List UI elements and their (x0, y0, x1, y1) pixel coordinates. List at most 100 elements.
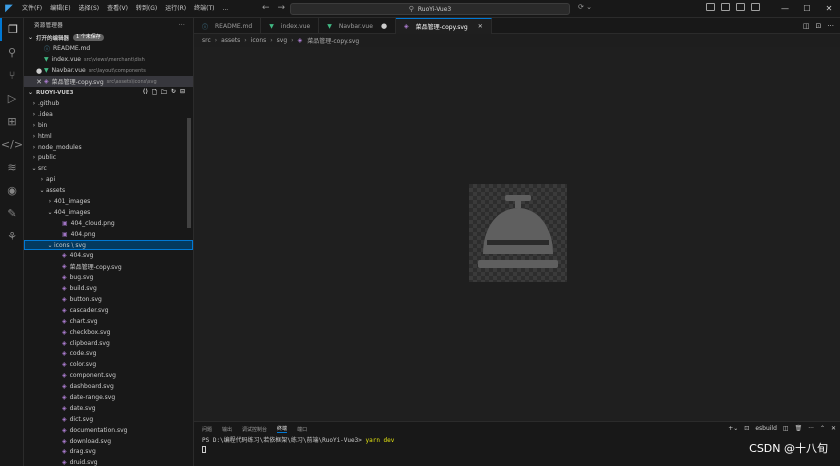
source-control-icon[interactable]: ⑂ (0, 64, 24, 87)
forward-arrow-icon[interactable]: → (278, 3, 286, 13)
menu-item[interactable]: 转到(G) (132, 0, 161, 18)
toggle-secondary-sidebar-icon[interactable] (736, 3, 745, 11)
new-folder-icon[interactable]: 🗀 (161, 88, 167, 98)
menu-item[interactable]: ... (218, 0, 232, 18)
more-icon[interactable]: ··· (827, 22, 834, 30)
breadcrumb-item[interactable]: 菜品管理-copy.svg (307, 36, 359, 45)
breadcrumb-item[interactable]: svg (277, 37, 288, 44)
panel-tab[interactable]: 输出 (222, 426, 232, 433)
folder-tree-item[interactable]: ⌄ assets (24, 185, 193, 196)
collapse-all-icon[interactable]: ⊟ (180, 88, 185, 98)
close-tab-icon[interactable]: ✕ (478, 23, 483, 30)
tool-icon[interactable]: ✎ (0, 202, 24, 225)
back-arrow-icon[interactable]: ← (262, 3, 270, 13)
panel-tab[interactable]: 终端 (277, 425, 288, 433)
search-icon[interactable]: ⚲ (0, 41, 24, 64)
file-tree-item[interactable]: ◈ date.svg (24, 403, 193, 414)
menu-item[interactable]: 编辑(E) (46, 0, 74, 18)
open-editor-item[interactable]: ▼ index.vue src\views\merchant\dish (24, 54, 193, 65)
file-tree-item[interactable]: ◈ dashboard.svg (24, 381, 193, 392)
file-tree-item[interactable]: ◈ component.svg (24, 370, 193, 381)
docker-icon[interactable]: ≋ (0, 156, 24, 179)
breadcrumb-item[interactable]: icons (251, 37, 267, 44)
panel-more-icon[interactable]: ··· (808, 425, 814, 432)
folder-tree-item[interactable]: › 401_images (24, 196, 193, 207)
menu-item[interactable]: 运行(R) (161, 0, 190, 18)
open-editors-header[interactable]: ⌄ 打开的编辑器 1 个未保存 (24, 32, 193, 43)
menu-item[interactable]: 终端(T) (190, 0, 218, 18)
menu-item[interactable]: 查看(V) (103, 0, 132, 18)
editor-tab[interactable]: ▼ Navbar.vue ● (319, 18, 397, 34)
terminal-name[interactable]: esbuild (755, 425, 777, 432)
extensions-icon[interactable]: ⊞ (0, 110, 24, 133)
file-tree-item[interactable]: ◈ bug.svg (24, 272, 193, 283)
close-icon[interactable]: ✕ (34, 78, 44, 86)
remote-icon[interactable]: </> (0, 133, 24, 156)
editor-tab[interactable]: ⓘ README.md (194, 18, 262, 34)
command-center-search[interactable]: ⚲ RuoYi-Vue3 (290, 3, 570, 15)
panel-tab[interactable]: 问题 (202, 426, 212, 433)
folder-tree-item[interactable]: ⌄ src (24, 163, 193, 174)
stack-icon[interactable]: ⚘ (0, 225, 24, 248)
open-editor-item[interactable]: ✕ ◈ 菜品管理-copy.svg src\assets\icons\svg (24, 76, 193, 87)
file-tree-item[interactable]: ◈ code.svg (24, 348, 193, 359)
file-tree-item[interactable]: ◈ drag.svg (24, 447, 193, 458)
folder-tree-item[interactable]: › html (24, 131, 193, 142)
toggle-sidebar-icon[interactable] (706, 3, 715, 11)
new-terminal-icon[interactable]: +⌄ (728, 425, 738, 432)
folder-tree-item[interactable]: › .github (24, 98, 193, 109)
customize-layout-icon[interactable] (751, 3, 760, 11)
copilot-icon[interactable]: ⟳ ⌄ (578, 3, 592, 11)
file-tree-item[interactable]: ◈ button.svg (24, 294, 193, 305)
sidebar-scrollbar[interactable] (187, 118, 191, 228)
file-tree-item[interactable]: ◈ date-range.svg (24, 392, 193, 403)
editor-tab[interactable]: ▼ index.vue (261, 18, 320, 34)
file-tree-item[interactable]: ◈ dict.svg (24, 414, 193, 425)
file-tree-item[interactable]: ◈ druid.svg (24, 457, 193, 466)
folder-tree-item[interactable]: ⌄ icons \ svg (24, 239, 193, 251)
explorer-icon[interactable]: ❐ (0, 18, 24, 41)
file-tree-item[interactable]: ◈ clipboard.svg (24, 338, 193, 349)
panel-tab[interactable]: 调试控制台 (242, 426, 267, 433)
split-editor-icon[interactable]: ◫ (803, 22, 810, 30)
menu-item[interactable]: 选择(S) (75, 0, 104, 18)
file-tree-item[interactable]: ◈ documentation.svg (24, 425, 193, 436)
editor-tab[interactable]: ◈ 菜品管理-copy.svg ✕ (396, 18, 492, 34)
folder-tree-item[interactable]: › bin (24, 120, 193, 131)
maximize-button[interactable]: ☐ (796, 0, 818, 18)
file-tree-item[interactable]: ▣ 404_cloud.png (24, 218, 193, 229)
python-icon[interactable]: ◉ (0, 179, 24, 202)
maximize-panel-icon[interactable]: ⌃ (820, 425, 825, 432)
file-tree-item[interactable]: ◈ download.svg (24, 436, 193, 447)
remote-explorer-icon[interactable]: ⟨⟩ (143, 88, 148, 98)
file-tree-item[interactable]: ◈ build.svg (24, 283, 193, 294)
close-panel-icon[interactable]: ✕ (831, 425, 836, 432)
toggle-panel-icon[interactable] (721, 3, 730, 11)
open-editor-item[interactable]: ⓘ README.md (24, 43, 193, 54)
run-debug-icon[interactable]: ▷ (0, 87, 24, 110)
folder-tree-item[interactable]: › node_modules (24, 142, 193, 153)
close-window-button[interactable]: ✕ (818, 0, 840, 18)
refresh-icon[interactable]: ↻ (171, 88, 176, 98)
terminal-output[interactable]: PS D:\编程代码练习\若依框架\练习\前端\RuoYi-Vue3> yarn… (194, 436, 840, 454)
file-tree-item[interactable]: ◈ chart.svg (24, 316, 193, 327)
more-actions-icon[interactable]: ··· (179, 22, 185, 28)
file-tree-item[interactable]: ◈ color.svg (24, 359, 193, 370)
kill-terminal-icon[interactable]: 🗑 (795, 425, 803, 432)
layout-icon[interactable]: ⊡ (815, 22, 821, 30)
breadcrumb-item[interactable]: assets (221, 37, 240, 44)
folder-tree-item[interactable]: › .idea (24, 109, 193, 120)
file-tree-item[interactable]: ◈ checkbox.svg (24, 327, 193, 338)
open-editor-item[interactable]: ● ▼ Navbar.vue src\layout\components (24, 65, 193, 76)
menu-item[interactable]: 文件(F) (18, 0, 46, 18)
file-tree-item[interactable]: ◈ 菜品管理-copy.svg (24, 261, 193, 272)
panel-tab[interactable]: 端口 (297, 426, 307, 433)
file-tree-item[interactable]: ◈ 404.svg (24, 250, 193, 261)
minimize-button[interactable]: — (774, 0, 796, 18)
file-tree-item[interactable]: ▣ 404.png (24, 229, 193, 240)
breadcrumb-item[interactable]: src (202, 37, 211, 44)
folder-tree-item[interactable]: › api (24, 174, 193, 185)
split-terminal-icon[interactable]: ◫ (783, 425, 789, 432)
file-tree-item[interactable]: ◈ cascader.svg (24, 305, 193, 316)
folder-tree-item[interactable]: › public (24, 152, 193, 163)
